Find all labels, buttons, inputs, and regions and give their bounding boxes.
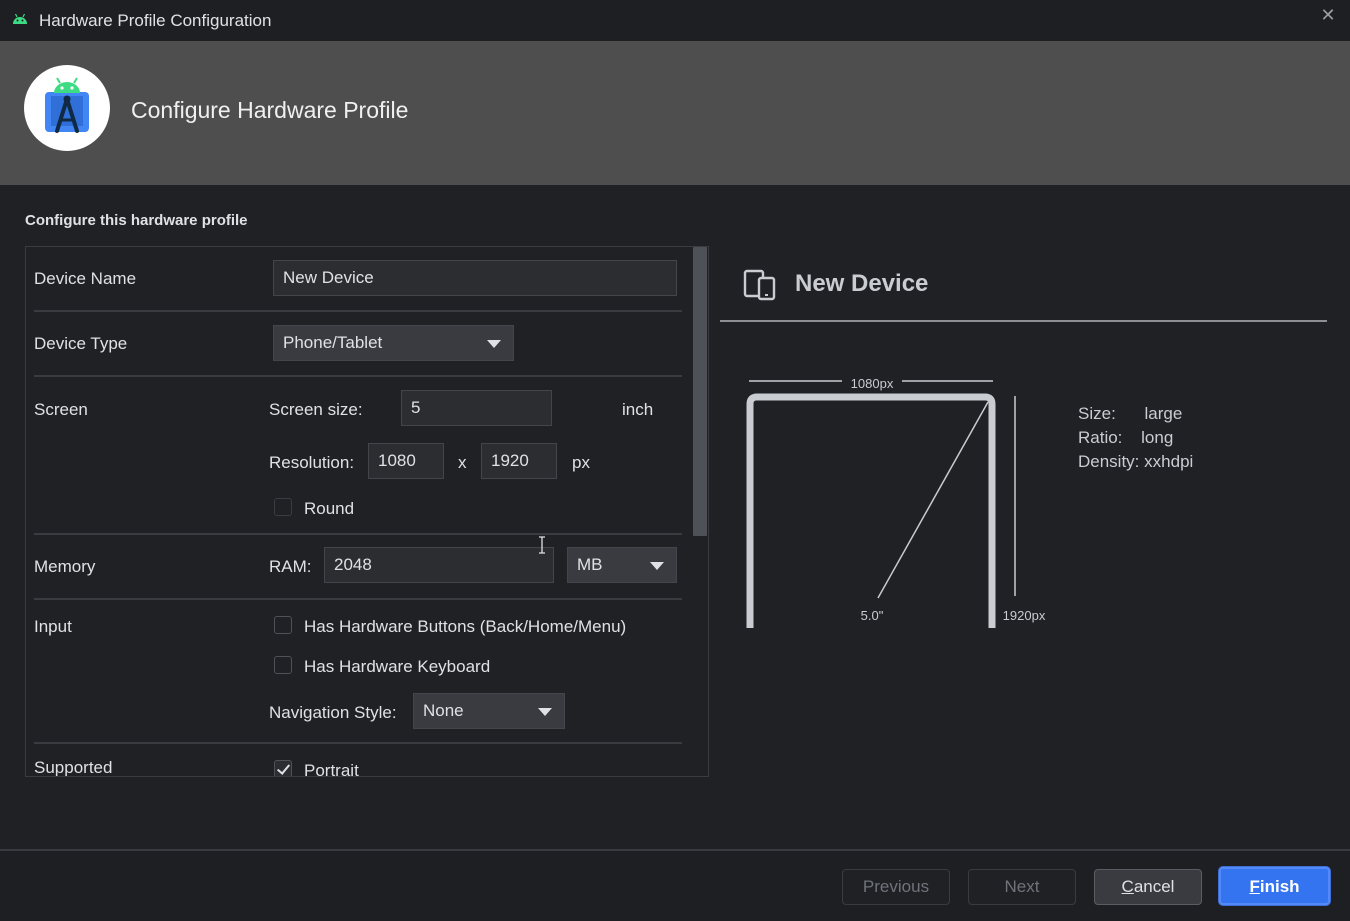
- finish-button[interactable]: Finish: [1219, 867, 1330, 905]
- height-label: 1920px: [1003, 608, 1046, 623]
- resolution-height-input[interactable]: 1920: [481, 443, 557, 479]
- cancel-button[interactable]: Cancel: [1094, 869, 1202, 905]
- portrait-checkbox[interactable]: [274, 760, 292, 776]
- ram-input[interactable]: 2048: [324, 547, 554, 583]
- screen-size-input[interactable]: 5: [401, 390, 552, 426]
- size-value: large: [1144, 404, 1183, 423]
- size-info: Size: large: [1078, 404, 1182, 424]
- device-type-value: Phone/Tablet: [283, 333, 383, 352]
- cancel-mnemonic: C: [1121, 877, 1134, 896]
- divider: [34, 742, 682, 744]
- supported-label: Supported: [34, 758, 113, 777]
- screen-label: Screen: [34, 400, 88, 419]
- preview-divider: [720, 320, 1327, 322]
- ram-unit-value: MB: [577, 555, 603, 574]
- screen-size-unit: inch: [622, 400, 654, 419]
- android-icon: [13, 13, 27, 24]
- navigation-style-dropdown[interactable]: None: [413, 693, 565, 729]
- divider: [34, 375, 682, 377]
- ratio-value: long: [1141, 428, 1174, 447]
- diagonal-label: 5.0": [861, 608, 884, 623]
- devices-icon: [743, 269, 776, 301]
- round-checkbox[interactable]: [274, 498, 292, 516]
- hardware-form: Device Name New Device Device Type Phone…: [25, 246, 709, 777]
- round-label: Round: [304, 499, 355, 518]
- header-title: Configure Hardware Profile: [131, 97, 409, 123]
- device-diagram: 1080px 5.0" 1920px: [746, 376, 1046, 628]
- form-scrollbar[interactable]: [693, 247, 707, 536]
- finish-label: inish: [1259, 877, 1300, 896]
- screen-size-label: Screen size:: [269, 400, 363, 419]
- ram-unit-dropdown[interactable]: MB: [567, 547, 677, 583]
- footer-divider: [0, 849, 1350, 851]
- chevron-down-icon: [487, 340, 501, 348]
- input-label: Input: [34, 617, 72, 636]
- hardware-buttons-checkbox[interactable]: [274, 616, 292, 634]
- hardware-buttons-label: Has Hardware Buttons (Back/Home/Menu): [304, 617, 627, 636]
- title-bar: Hardware Profile Configuration ✕: [0, 0, 1350, 41]
- ram-label: RAM:: [269, 557, 312, 576]
- preview-device-name: New Device: [795, 270, 929, 297]
- density-key: Density:: [1078, 452, 1140, 471]
- divider: [34, 598, 682, 600]
- size-key: Size:: [1078, 404, 1116, 423]
- next-button[interactable]: Next: [968, 869, 1076, 905]
- width-label: 1080px: [851, 376, 894, 391]
- density-value: xxhdpi: [1144, 452, 1194, 471]
- device-type-label: Device Type: [34, 334, 128, 353]
- portrait-label: Portrait: [304, 761, 359, 777]
- close-icon[interactable]: ✕: [1318, 5, 1338, 25]
- hardware-keyboard-label: Has Hardware Keyboard: [304, 657, 491, 676]
- chevron-down-icon: [538, 708, 552, 716]
- device-name-label: Device Name: [34, 269, 137, 288]
- divider: [34, 533, 682, 535]
- resolution-width-input[interactable]: 1080: [368, 443, 444, 479]
- device-name-input[interactable]: New Device: [273, 260, 677, 296]
- wizard-header: Configure Hardware Profile: [0, 41, 1350, 185]
- navigation-style-value: None: [423, 701, 464, 720]
- resolution-unit: px: [572, 453, 590, 472]
- divider: [34, 310, 682, 312]
- android-studio-icon: [45, 77, 89, 133]
- android-studio-logo: [24, 65, 110, 151]
- hardware-keyboard-checkbox[interactable]: [274, 656, 292, 674]
- device-type-dropdown[interactable]: Phone/Tablet: [273, 325, 514, 361]
- memory-label: Memory: [34, 557, 96, 576]
- cancel-label: ancel: [1133, 877, 1175, 896]
- window-title: Hardware Profile Configuration: [39, 11, 272, 30]
- previous-button[interactable]: Previous: [842, 869, 950, 905]
- ratio-key: Ratio:: [1078, 428, 1123, 447]
- resolution-label: Resolution:: [269, 453, 355, 472]
- resolution-separator: x: [458, 453, 467, 472]
- ratio-info: Ratio: long: [1078, 428, 1173, 448]
- section-title: Configure this hardware profile: [25, 212, 248, 229]
- chevron-down-icon: [650, 562, 664, 570]
- density-info: Density: xxhdpi: [1078, 452, 1193, 472]
- navigation-style-label: Navigation Style:: [269, 703, 397, 722]
- text-cursor-icon: [539, 536, 545, 554]
- finish-mnemonic: F: [1249, 877, 1260, 896]
